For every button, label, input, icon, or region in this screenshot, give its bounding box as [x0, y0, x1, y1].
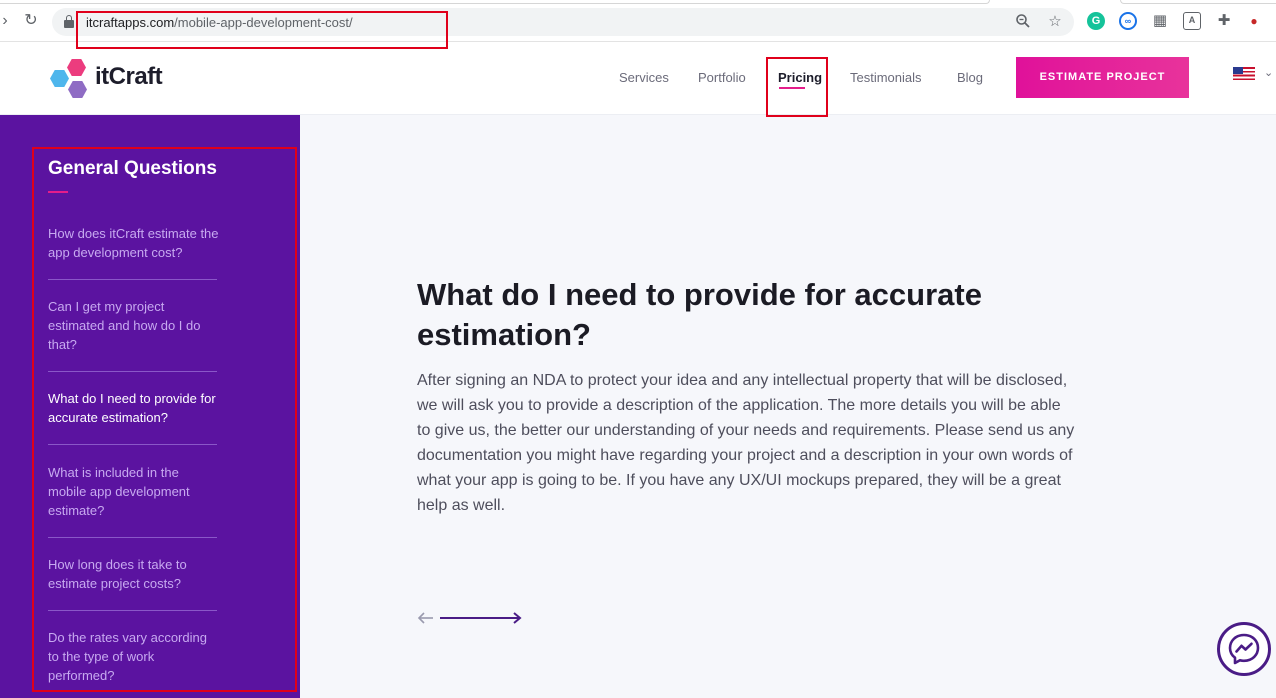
logo-text: itCraft: [95, 63, 163, 90]
faq-item-estimate-cost[interactable]: How does itCraft estimate the app develo…: [48, 224, 220, 262]
faq-item-included-estimate[interactable]: What is included in the mobile app devel…: [48, 463, 220, 520]
faq-item-accurate-estimation[interactable]: What do I need to provide for accurate e…: [48, 389, 220, 427]
estimate-project-button[interactable]: ESTIMATE PROJECT: [1016, 57, 1189, 98]
answer-text: After signing an NDA to protect your ide…: [417, 372, 1075, 514]
grid-extension-icon[interactable]: ▦: [1151, 12, 1169, 30]
nav-pricing[interactable]: Pricing: [778, 70, 822, 85]
faq-divider: [48, 371, 217, 372]
sidebar-title-accent: [48, 191, 68, 193]
nav-portfolio[interactable]: Portfolio: [698, 70, 746, 85]
address-bar[interactable]: itcraftapps.com/mobile-app-development-c…: [52, 8, 1074, 36]
zoom-icon[interactable]: [1014, 13, 1032, 31]
faq-divider: [48, 279, 217, 280]
translate-extension-icon[interactable]: A: [1183, 12, 1201, 30]
forward-icon[interactable]: ›: [0, 12, 14, 30]
url-domain: itcraftapps.com: [86, 15, 175, 30]
us-flag-icon[interactable]: [1233, 67, 1255, 80]
itcraft-logo[interactable]: itCraft: [48, 56, 178, 102]
next-arrow-icon[interactable]: [439, 608, 523, 628]
nav-testimonials[interactable]: Testimonials: [850, 70, 922, 85]
faq-divider: [48, 444, 217, 445]
lock-icon: [64, 15, 74, 28]
faq-item-how-long[interactable]: How long does it take to estimate projec…: [48, 555, 220, 593]
sidebar-title: General Questions: [48, 158, 217, 179]
profile-extension-icon[interactable]: ●: [1245, 12, 1263, 30]
infinity-extension-icon[interactable]: ∞: [1119, 12, 1137, 30]
url-text[interactable]: itcraftapps.com/mobile-app-development-c…: [86, 15, 353, 30]
browser-toolbar: › ↻ itcraftapps.com/mobile-app-developme…: [0, 0, 1276, 42]
messenger-chat-button[interactable]: [1217, 622, 1271, 676]
bookmark-star-icon[interactable]: ☆: [1046, 13, 1064, 31]
reload-icon[interactable]: ↻: [22, 12, 40, 30]
faq-item-get-estimated[interactable]: Can I get my project estimated and how d…: [48, 297, 220, 354]
tab-strip-edge-right: [1120, 0, 1276, 4]
logo-hex-pink: [67, 58, 86, 77]
faq-divider: [48, 537, 217, 538]
faq-divider: [48, 610, 217, 611]
logo-hex-purple: [68, 80, 87, 99]
url-path: /mobile-app-development-cost/: [174, 15, 353, 30]
grammarly-extension-icon[interactable]: G: [1087, 12, 1105, 30]
previous-arrow-icon[interactable]: [417, 608, 435, 628]
faq-item-rates-vary[interactable]: Do the rates vary according to the type …: [48, 628, 220, 685]
tab-strip-edge: [0, 0, 990, 4]
nav-active-underline: [779, 87, 805, 89]
logo-hex-blue: [50, 69, 69, 88]
nav-blog[interactable]: Blog: [957, 70, 983, 85]
nav-services[interactable]: Services: [619, 70, 669, 85]
page-title: What do I need to provide for accurate e…: [417, 277, 982, 352]
extensions-puzzle-icon[interactable]: ✚: [1215, 12, 1233, 30]
messenger-icon: [1228, 633, 1260, 665]
chevron-down-icon[interactable]: ⌄: [1264, 66, 1273, 79]
